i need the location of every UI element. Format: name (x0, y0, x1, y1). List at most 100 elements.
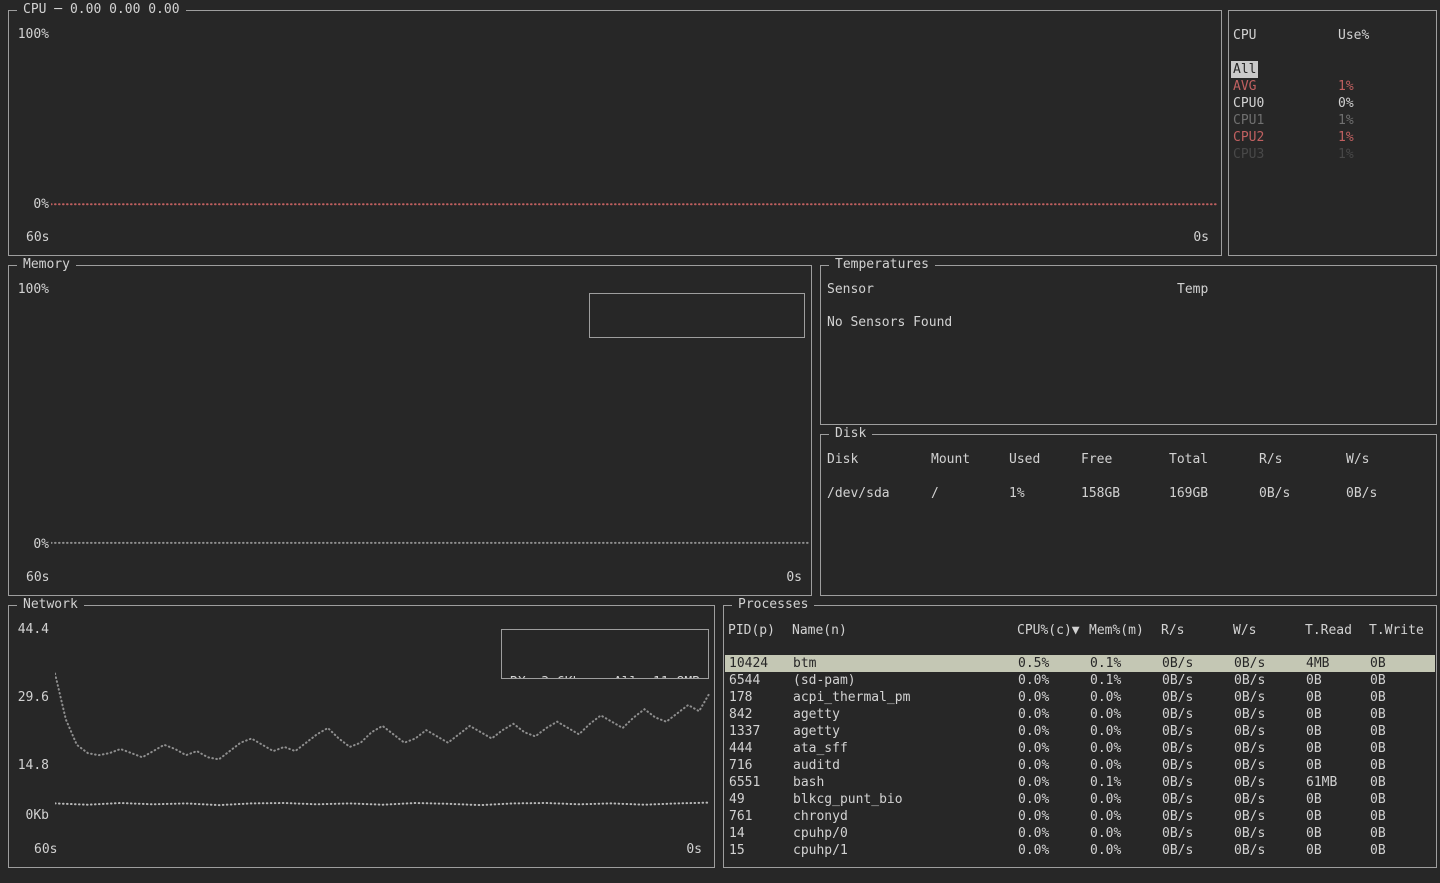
proc-cell-read-rate: 0B/s (1162, 723, 1234, 740)
proc-cell-read-rate: 0B/s (1162, 757, 1234, 774)
disk-panel[interactable]: Disk Disk Mount Used Free Total R/s W/s … (820, 434, 1437, 596)
cpu-y-min-label: 0% (11, 197, 49, 213)
process-table-row[interactable]: 6544 (sd-pam) 0.0% 0.1% 0B/s 0B/s 0B 0B (725, 672, 1435, 689)
proc-cell-name: acpi_thermal_pm (793, 689, 1018, 706)
cpu-legend-panel[interactable]: CPU Use% All AVG 1% CPU0 0% CPU1 1% CPU2… (1228, 10, 1437, 256)
cpu-legend-row[interactable]: CPU3 1% (1229, 146, 1436, 163)
proc-cell-total-read: 0B (1306, 842, 1370, 859)
disk-table-body: /dev/sda / 1% 158GB 169GB 0B/s 0B/s (821, 485, 1436, 502)
process-table-row[interactable]: 10424 btm 0.5% 0.1% 0B/s 0B/s 4MB 0B (725, 655, 1435, 672)
memory-legend-box: RAM: 2% 0.2GiB/7.6GiB SWP: 0% 0.0MiB/512… (589, 293, 805, 338)
rx-readout: RX: 3.6Kb All: 11.8MB (510, 673, 700, 679)
proc-cell-pid: 178 (729, 689, 793, 706)
proc-cell-read-rate: 0B/s (1162, 825, 1234, 842)
proc-cell-write-rate: 0B/s (1234, 740, 1306, 757)
cpu-legend-row[interactable]: CPU0 0% (1229, 95, 1436, 112)
proc-col-pid[interactable]: PID(p) (728, 622, 792, 639)
proc-col-mem[interactable]: Mem%(m) (1089, 622, 1161, 639)
disk-cell-used: 1% (1009, 485, 1081, 502)
proc-cell-write-rate: 0B/s (1234, 774, 1306, 791)
memory-x-right-label: 0s (786, 570, 802, 586)
proc-cell-name: cpuhp/1 (793, 842, 1018, 859)
proc-cell-pid: 10424 (729, 655, 793, 672)
proc-cell-cpu: 0.0% (1018, 706, 1090, 723)
proc-cell-read-rate: 0B/s (1162, 655, 1234, 672)
process-table-row[interactable]: 1337 agetty 0.0% 0.0% 0B/s 0B/s 0B 0B (725, 723, 1435, 740)
proc-cell-mem: 0.1% (1090, 672, 1162, 689)
proc-cell-mem: 0.0% (1090, 808, 1162, 825)
proc-cell-total-read: 0B (1306, 757, 1370, 774)
proc-cell-name: btm (793, 655, 1018, 672)
disk-cell-total: 169GB (1169, 485, 1259, 502)
proc-cell-pid: 761 (729, 808, 793, 825)
proc-cell-mem: 0.0% (1090, 842, 1162, 859)
proc-cell-total-write: 0B (1370, 774, 1435, 791)
proc-cell-cpu: 0.0% (1018, 774, 1090, 791)
cpu-usage-graph (51, 31, 1217, 207)
process-table-row[interactable]: 178 acpi_thermal_pm 0.0% 0.0% 0B/s 0B/s … (725, 689, 1435, 706)
process-table-row[interactable]: 842 agetty 0.0% 0.0% 0B/s 0B/s 0B 0B (725, 706, 1435, 723)
proc-cell-mem: 0.0% (1090, 706, 1162, 723)
proc-cell-total-read: 0B (1306, 723, 1370, 740)
proc-cell-write-rate: 0B/s (1234, 672, 1306, 689)
proc-cell-name: agetty (793, 706, 1018, 723)
proc-cell-read-rate: 0B/s (1162, 842, 1234, 859)
disk-col-total: Total (1169, 451, 1259, 468)
cpu-graph-panel[interactable]: CPU ─ 0.00 0.00 0.00 100% 0% 60s 0s (8, 10, 1222, 256)
cpu-legend-row-usage: 0% (1338, 95, 1436, 112)
no-sensors-message: No Sensors Found (827, 315, 952, 330)
proc-cell-mem: 0.0% (1090, 723, 1162, 740)
proc-cell-write-rate: 0B/s (1234, 842, 1306, 859)
proc-cell-total-write: 0B (1370, 842, 1435, 859)
disk-table-row[interactable]: /dev/sda / 1% 158GB 169GB 0B/s 0B/s (821, 485, 1436, 502)
proc-cell-total-write: 0B (1370, 723, 1435, 740)
process-table-row[interactable]: 15 cpuhp/1 0.0% 0.0% 0B/s 0B/s 0B 0B (725, 842, 1435, 859)
processes-panel[interactable]: Processes PID(p) Name(n) CPU%(c)▼ Mem%(m… (723, 605, 1437, 868)
cpu-legend-row-name: All (1233, 61, 1338, 78)
proc-cell-mem: 0.0% (1090, 791, 1162, 808)
proc-cell-write-rate: 0B/s (1234, 706, 1306, 723)
proc-cell-pid: 14 (729, 825, 793, 842)
proc-cell-total-write: 0B (1370, 808, 1435, 825)
proc-cell-total-read: 61MB (1306, 774, 1370, 791)
proc-col-read-rate[interactable]: R/s (1161, 622, 1233, 639)
disk-col-read-rate: R/s (1259, 451, 1346, 468)
process-table-row[interactable]: 49 blkcg_punt_bio 0.0% 0.0% 0B/s 0B/s 0B… (725, 791, 1435, 808)
process-table-row[interactable]: 14 cpuhp/0 0.0% 0.0% 0B/s 0B/s 0B 0B (725, 825, 1435, 842)
cpu-x-right-label: 0s (1193, 230, 1209, 246)
cpu-legend-row[interactable]: CPU2 1% (1229, 129, 1436, 146)
proc-cell-mem: 0.1% (1090, 655, 1162, 672)
process-table-row[interactable]: 6551 bash 0.0% 0.1% 0B/s 0B/s 61MB 0B (725, 774, 1435, 791)
cpu-legend-row[interactable]: All (1229, 61, 1436, 78)
network-graph-panel[interactable]: Network 44.4 29.6 14.8 0Kb RX: 3.6Kb All… (8, 605, 715, 868)
temperatures-panel-title: Temperatures (829, 257, 935, 272)
proc-cell-total-read: 0B (1306, 689, 1370, 706)
temperatures-col-temp: Temp (1177, 282, 1208, 297)
proc-cell-total-write: 0B (1370, 757, 1435, 774)
cpu-legend-header: CPU Use% (1229, 27, 1436, 44)
proc-cell-cpu: 0.0% (1018, 791, 1090, 808)
cpu-legend-row-name: CPU3 (1233, 146, 1338, 163)
proc-cell-pid: 444 (729, 740, 793, 757)
proc-cell-read-rate: 0B/s (1162, 791, 1234, 808)
proc-col-total-read[interactable]: T.Read (1305, 622, 1369, 639)
cpu-legend-row-usage: 1% (1338, 78, 1436, 95)
proc-cell-cpu: 0.0% (1018, 808, 1090, 825)
cpu-legend-row[interactable]: CPU1 1% (1229, 112, 1436, 129)
proc-col-total-write[interactable]: T.Write (1369, 622, 1436, 639)
disk-col-disk: Disk (827, 451, 931, 468)
proc-col-name[interactable]: Name(n) (792, 622, 1017, 639)
proc-cell-total-read: 0B (1306, 825, 1370, 842)
cpu-legend-row[interactable]: AVG 1% (1229, 78, 1436, 95)
memory-graph-panel[interactable]: Memory 100% 0% RAM: 2% 0.2GiB/7.6GiB SWP… (8, 265, 812, 596)
cpu-legend-row-name: AVG (1233, 78, 1338, 95)
proc-col-cpu-sorted[interactable]: CPU%(c)▼ (1017, 622, 1089, 639)
process-table-row[interactable]: 716 auditd 0.0% 0.0% 0B/s 0B/s 0B 0B (725, 757, 1435, 774)
proc-cell-total-write: 0B (1370, 655, 1435, 672)
proc-cell-read-rate: 0B/s (1162, 740, 1234, 757)
temperatures-panel[interactable]: Temperatures Sensor Temp No Sensors Foun… (820, 265, 1437, 425)
proc-cell-mem: 0.1% (1090, 774, 1162, 791)
process-table-row[interactable]: 761 chronyd 0.0% 0.0% 0B/s 0B/s 0B 0B (725, 808, 1435, 825)
proc-col-write-rate[interactable]: W/s (1233, 622, 1305, 639)
process-table-row[interactable]: 444 ata_sff 0.0% 0.0% 0B/s 0B/s 0B 0B (725, 740, 1435, 757)
